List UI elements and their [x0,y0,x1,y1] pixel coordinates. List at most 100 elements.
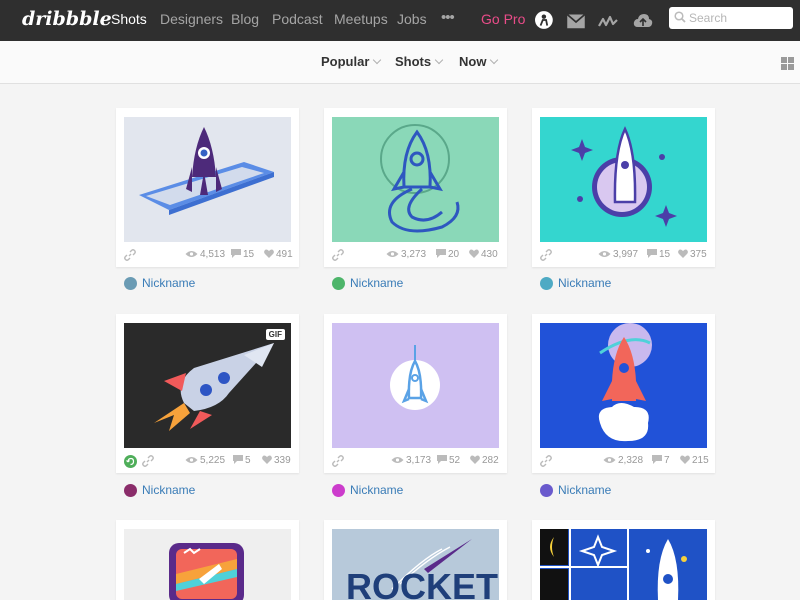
views-value: 3,997 [613,249,639,260]
rocket-line-illustration [380,124,460,233]
like-count[interactable]: 491 [264,249,293,260]
filter-now[interactable]: Now [459,54,499,69]
nav-meetups[interactable]: Meetups [334,11,388,27]
eye-icon [391,457,404,463]
shot-card [532,520,715,600]
shot-thumbnail[interactable] [332,323,499,448]
nav-designers[interactable]: Designers [160,11,223,27]
author-name[interactable]: Nickname [350,276,403,290]
profile-icon[interactable] [535,10,555,30]
heart-icon [469,249,479,258]
like-count[interactable]: 282 [470,455,499,466]
gif-badge: GIF [265,329,285,340]
view-count: 4,513 [185,249,225,260]
comment-icon [231,249,241,258]
nav-blog[interactable]: Blog [231,11,259,27]
shot-thumbnail[interactable] [124,117,291,242]
views-value: 3,173 [406,455,432,466]
shot-thumbnail[interactable] [332,117,499,242]
link-icon[interactable] [540,455,552,467]
heart-icon [680,455,690,464]
shot-card: 3,273 20 430 [324,108,507,267]
like-count[interactable]: 430 [469,249,498,260]
grid-view-icon[interactable] [781,57,794,70]
view-count: 2,328 [603,455,643,466]
link-icon[interactable] [540,249,552,261]
nav-podcast[interactable]: Podcast [272,11,323,27]
nav-more[interactable]: ••• [441,9,455,26]
like-count[interactable]: 215 [680,455,709,466]
shot-stats: 3,997 15 375 [540,247,707,263]
avatar[interactable] [332,277,345,290]
link-icon[interactable] [124,249,136,261]
view-count: 5,225 [185,455,225,466]
rocket-phone-illustration [139,127,274,215]
rebound-icon[interactable] [124,455,137,468]
avatar[interactable] [540,277,553,290]
author-name[interactable]: Nickname [142,276,195,290]
chevron-down-icon [373,55,382,65]
author-name[interactable]: Nickname [350,483,403,497]
filter-popular[interactable]: Popular [321,54,382,69]
comment-count: 20 [436,249,459,260]
activity-icon[interactable] [598,12,618,32]
dribbble-logo[interactable]: dribbble [22,8,112,30]
eye-icon [386,251,399,257]
rocket-text: ROCKET [346,566,498,600]
likes-value: 215 [692,455,709,466]
nav-jobs[interactable]: Jobs [397,11,427,27]
link-icon[interactable] [332,249,344,261]
shot-card: ROCKET [324,520,507,600]
shot-stats: 2,328 7 215 [540,453,709,469]
avatar[interactable] [332,484,345,497]
comment-count: 52 [437,455,460,466]
comment-icon [436,249,446,258]
rocket-flying-illustration [154,343,274,431]
nav-shots[interactable]: Shots [111,11,147,27]
shot-card: GIF 5,225 5 339 [116,314,299,473]
shot-thumbnail[interactable] [540,323,707,448]
upload-icon[interactable] [633,11,653,31]
search-icon [674,11,686,23]
shot-thumbnail[interactable] [540,117,707,242]
eye-icon [185,457,198,463]
view-count: 3,173 [391,455,431,466]
mail-icon[interactable] [566,12,586,32]
search-box[interactable] [669,7,793,29]
likes-value: 339 [274,455,291,466]
shot-thumbnail[interactable]: ROCKET [332,529,499,600]
avatar[interactable] [124,277,137,290]
shot-stats: 5,225 5 339 [124,453,291,469]
heart-icon [262,455,272,464]
avatar[interactable] [124,484,137,497]
nav-go-pro[interactable]: Go Pro [481,11,525,27]
comment-icon [652,455,662,464]
heart-icon [678,249,688,258]
comment-icon [233,455,243,464]
filter-now-label: Now [459,54,487,69]
shot-thumbnail[interactable] [540,529,707,600]
link-icon[interactable] [142,455,154,467]
heart-icon [264,249,274,258]
eye-icon [598,251,611,257]
rocket-circle-illustration [390,345,440,410]
shot-thumbnail[interactable]: GIF [124,323,291,448]
filter-shots[interactable]: Shots [395,54,444,69]
author-name[interactable]: Nickname [558,276,611,290]
views-value: 3,273 [401,249,427,260]
like-count[interactable]: 375 [678,249,707,260]
heart-icon [470,455,480,464]
author-name[interactable]: Nickname [558,483,611,497]
likes-value: 491 [276,249,293,260]
shot-thumbnail[interactable] [124,529,291,600]
link-icon[interactable] [332,455,344,467]
rocket-launch-illustration [598,323,652,442]
author-name[interactable]: Nickname [142,483,195,497]
search-input[interactable] [689,9,789,27]
avatar[interactable] [540,484,553,497]
likes-value: 282 [482,455,499,466]
shot-card: 4,513 15 491 [116,108,299,267]
shot-stats: 3,273 20 430 [332,247,499,263]
eye-icon [603,457,616,463]
like-count[interactable]: 339 [262,455,291,466]
